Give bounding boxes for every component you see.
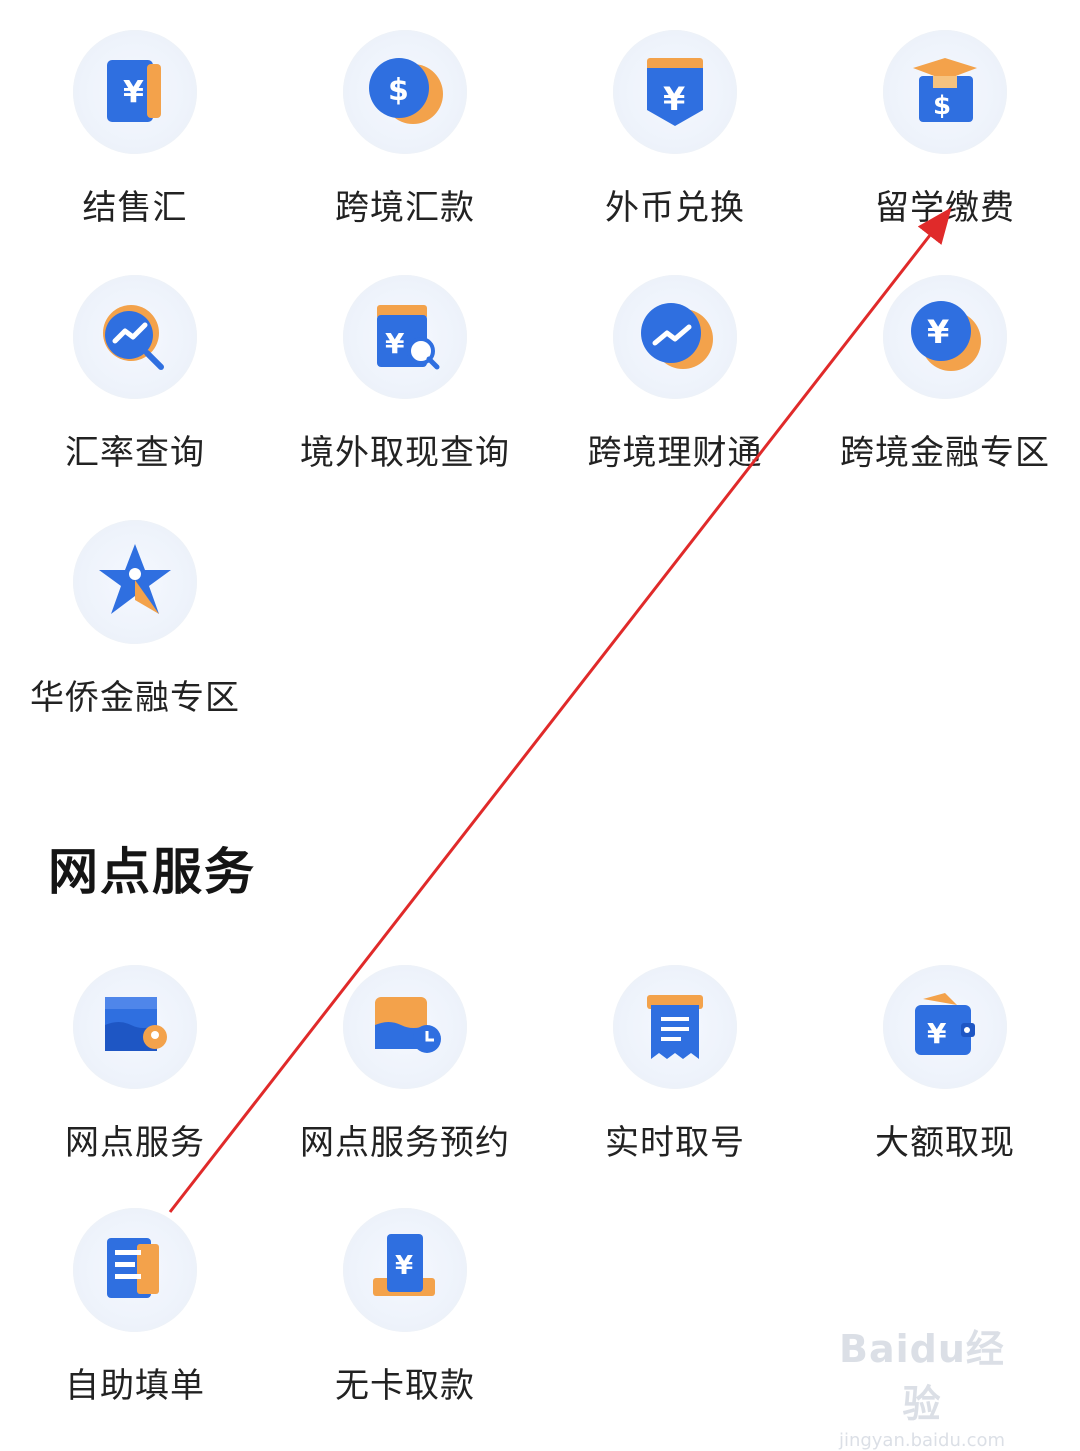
- cardless-withdraw-icon: ¥: [343, 1208, 467, 1332]
- tile-label: 外币兑换: [605, 188, 745, 228]
- svg-text:¥: ¥: [927, 313, 949, 351]
- queue-ticket-icon: [613, 965, 737, 1089]
- baidu-jingyan-watermark: Baidu经验 jingyan.baidu.com: [822, 1318, 1022, 1451]
- tile-shishi-quhao[interactable]: 实时取号: [540, 965, 810, 1165]
- withdraw-search-icon: ¥: [343, 275, 467, 399]
- tile-label: 实时取号: [605, 1123, 745, 1163]
- tile-label: 境外取现查询: [300, 433, 510, 473]
- tile-huilv-chaxun[interactable]: 汇率查询: [0, 275, 270, 475]
- section-title-branch-services: 网点服务: [48, 843, 256, 901]
- star-person-icon: [73, 520, 197, 644]
- tile-label: 跨境金融专区: [840, 433, 1050, 473]
- tile-huaqiao-jinrong[interactable]: 华侨金融专区: [0, 520, 270, 720]
- tile-jieshouhui[interactable]: ¥ 结售汇: [0, 30, 270, 230]
- tile-label: 网点服务预约: [300, 1123, 510, 1163]
- tile-label: 无卡取款: [335, 1366, 475, 1406]
- tile-liuxue-jiaofei[interactable]: $ 留学缴费: [810, 30, 1080, 230]
- tile-waibi-duihuan[interactable]: ¥ 外币兑换: [540, 30, 810, 230]
- svg-text:¥: ¥: [123, 75, 144, 110]
- tile-label: 汇率查询: [65, 433, 205, 473]
- yuan-shield-icon: ¥: [613, 30, 737, 154]
- watermark-logo: Baidu经验: [839, 1327, 1005, 1426]
- svg-text:¥: ¥: [385, 327, 405, 360]
- form-fill-icon: [73, 1208, 197, 1332]
- tile-wuka-qukuan[interactable]: ¥ 无卡取款: [270, 1208, 540, 1408]
- tile-kuajing-licaitong[interactable]: 跨境理财通: [540, 275, 810, 475]
- tile-kuajing-huikuan[interactable]: $ 跨境汇款: [270, 30, 540, 230]
- tile-label: 大额取现: [875, 1123, 1015, 1163]
- tile-wangdian-yuyue[interactable]: 网点服务预约: [270, 965, 540, 1165]
- tile-dae-quxian[interactable]: ¥ 大额取现: [810, 965, 1080, 1165]
- tile-label: 网点服务: [65, 1123, 205, 1163]
- svg-text:¥: ¥: [395, 1251, 413, 1281]
- tile-label: 华侨金融专区: [30, 678, 240, 718]
- tile-zizhu-tiandan[interactable]: 自助填单: [0, 1208, 270, 1408]
- tile-jingwai-quxian[interactable]: ¥ 境外取现查询: [270, 275, 540, 475]
- svg-text:¥: ¥: [663, 80, 685, 118]
- graduation-cap-icon: $: [883, 30, 1007, 154]
- svg-text:$: $: [933, 91, 951, 121]
- trend-coin-icon: [613, 275, 737, 399]
- svg-text:$: $: [388, 73, 409, 108]
- rate-search-icon: [73, 275, 197, 399]
- tile-label: 跨境理财通: [587, 433, 763, 473]
- dollar-coin-icon: $: [343, 30, 467, 154]
- tile-label: 留学缴费: [875, 188, 1015, 228]
- tile-label: 跨境汇款: [335, 188, 475, 228]
- tile-label: 自助填单: [65, 1366, 205, 1406]
- branch-location-icon: [73, 965, 197, 1089]
- currency-book-icon: ¥: [73, 30, 197, 154]
- yuan-coin-icon: ¥: [883, 275, 1007, 399]
- tile-wangdian-fuwu[interactable]: 网点服务: [0, 965, 270, 1165]
- tile-label: 结售汇: [82, 188, 188, 228]
- cash-wallet-icon: ¥: [883, 965, 1007, 1089]
- svg-text:¥: ¥: [927, 1017, 947, 1050]
- branch-clock-icon: [343, 965, 467, 1089]
- tile-kuajing-jinrong[interactable]: ¥ 跨境金融专区: [810, 275, 1080, 475]
- watermark-url: jingyan.baidu.com: [838, 1430, 1006, 1451]
